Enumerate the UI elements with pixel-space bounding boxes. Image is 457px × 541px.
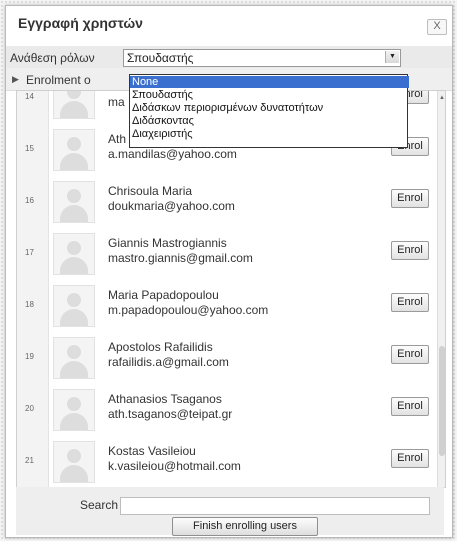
user-email: rafailidis.a@gmail.com xyxy=(108,355,229,369)
row-number-cell: 17 xyxy=(17,227,49,279)
user-email: m.papadopoulou@yahoo.com xyxy=(108,303,269,317)
row-number-cell: 18 xyxy=(17,279,49,331)
user-name: Kostas Vasileiou xyxy=(108,444,196,458)
enrol-button[interactable]: Enrol xyxy=(391,345,429,364)
row-number-cell: 14 xyxy=(17,91,49,123)
row-number-cell: 20 xyxy=(17,383,49,435)
avatar-body xyxy=(60,257,88,274)
user-name: Athanasios Tsaganos xyxy=(108,392,222,406)
user-avatar xyxy=(53,129,95,171)
user-row: 16 Chrisoula Maria doukmaria@yahoo.com Enro… xyxy=(17,175,437,228)
row-number: 14 xyxy=(25,92,34,101)
list-scrollbar[interactable]: ▲ xyxy=(437,91,445,487)
assign-role-row: Ανάθεση ρόλων Σπουδαστής ▼ xyxy=(6,46,452,68)
user-name: Maria Papadopoulou xyxy=(108,288,219,302)
role-select[interactable]: Σπουδαστής ▼ xyxy=(123,49,401,67)
scrollbar-thumb[interactable] xyxy=(439,346,445,456)
role-option[interactable]: None xyxy=(130,76,409,88)
user-row: 19 Apostolos Rafailidis rafailidis.a@gmail… xyxy=(17,331,437,384)
avatar-head xyxy=(67,137,81,151)
close-button[interactable]: X xyxy=(427,19,447,35)
row-number: 18 xyxy=(25,300,34,309)
avatar-head xyxy=(67,189,81,203)
role-option[interactable]: Διδάσκοντας xyxy=(130,115,409,127)
user-email: a.mandilas@yahoo.com xyxy=(108,147,237,161)
scroll-up-icon[interactable]: ▲ xyxy=(439,95,445,101)
enrol-button[interactable]: Enrol xyxy=(391,241,429,260)
dialog-footer: Search Finish enrolling users xyxy=(16,487,444,536)
avatar-body xyxy=(60,413,88,430)
user-email: ma xyxy=(108,95,125,109)
user-row: 20 Athanasios Tsaganos ath.tsaganos@teipat… xyxy=(17,383,437,436)
row-number: 20 xyxy=(25,404,34,413)
chevron-down-icon[interactable]: ▼ xyxy=(385,51,399,63)
user-row: 21 Kostas Vasileiou k.vasileiou@hotmail.co… xyxy=(17,435,437,487)
row-number: 17 xyxy=(25,248,34,257)
finish-enrolling-button[interactable]: Finish enrolling users xyxy=(172,517,318,536)
enrol-button[interactable]: Enrol xyxy=(391,397,429,416)
row-number: 16 xyxy=(25,196,34,205)
user-name: Chrisoula Maria xyxy=(108,184,193,198)
enrol-button[interactable]: Enrol xyxy=(391,189,429,208)
row-number-cell: 21 xyxy=(17,435,49,487)
user-avatar xyxy=(53,441,95,483)
dialog-title-bar: Εγγραφή χρηστών X xyxy=(6,6,452,40)
user-list: 14 ma Enrol 15 Ath a.mandilas@yahoo.com Enrol 1… xyxy=(16,90,446,488)
row-number-cell: 16 xyxy=(17,175,49,227)
avatar-head xyxy=(67,91,81,99)
avatar-body xyxy=(60,309,88,326)
avatar-body xyxy=(60,361,88,378)
avatar-head xyxy=(67,293,81,307)
user-avatar xyxy=(53,389,95,431)
user-email: mastro.giannis@gmail.com xyxy=(108,251,253,265)
role-option[interactable]: Διδάσκων περιορισμένων δυνατοτήτων xyxy=(130,102,409,114)
user-avatar xyxy=(53,233,95,275)
row-number-cell: 15 xyxy=(17,123,49,175)
avatar-body xyxy=(60,153,88,170)
role-option[interactable]: Διαχειριστής xyxy=(130,128,409,140)
assign-role-label: Ανάθεση ρόλων xyxy=(10,51,95,65)
user-email: doukmaria@yahoo.com xyxy=(108,199,235,213)
avatar-body xyxy=(60,101,88,118)
user-email: ath.tsaganos@teipat.gr xyxy=(108,407,233,421)
enrol-users-dialog: Εγγραφή χρηστών X Ανάθεση ρόλων Σπουδαστ… xyxy=(5,5,453,538)
user-avatar xyxy=(53,181,95,223)
role-select-value: Σπουδαστής xyxy=(127,51,194,65)
row-number-cell: 19 xyxy=(17,331,49,383)
avatar-body xyxy=(60,205,88,222)
row-number: 19 xyxy=(25,352,34,361)
row-number: 21 xyxy=(25,456,34,465)
search-input[interactable] xyxy=(120,497,430,515)
enrol-button[interactable]: Enrol xyxy=(391,293,429,312)
avatar-head xyxy=(67,241,81,255)
user-row: 17 Giannis Mastrogiannis mastro.giannis@gm… xyxy=(17,227,437,280)
search-label: Search xyxy=(80,498,119,512)
dialog-title: Εγγραφή χρηστών xyxy=(18,15,143,31)
user-avatar xyxy=(53,285,95,327)
avatar-head xyxy=(67,449,81,463)
enrolment-options-label: Enrolment o xyxy=(26,73,91,87)
user-avatar xyxy=(53,91,95,119)
user-row: 18 Maria Papadopoulou m.papadopoulou@yahoo… xyxy=(17,279,437,332)
avatar-head xyxy=(67,397,81,411)
user-name: Apostolos Rafailidis xyxy=(108,340,213,354)
user-name: Giannis Mastrogiannis xyxy=(108,236,227,250)
row-number: 15 xyxy=(25,144,34,153)
role-option[interactable]: Σπουδαστής xyxy=(130,89,409,101)
user-email: k.vasileiou@hotmail.com xyxy=(108,459,241,473)
user-name: Ath xyxy=(108,132,127,146)
enrol-button[interactable]: Enrol xyxy=(391,449,429,468)
expand-triangle-icon: ▶ xyxy=(12,74,19,84)
avatar-head xyxy=(67,345,81,359)
role-dropdown-list: None Σπουδαστής Διδάσκων περιορισμένων δυν… xyxy=(129,74,409,148)
user-avatar xyxy=(53,337,95,379)
avatar-body xyxy=(60,465,88,482)
